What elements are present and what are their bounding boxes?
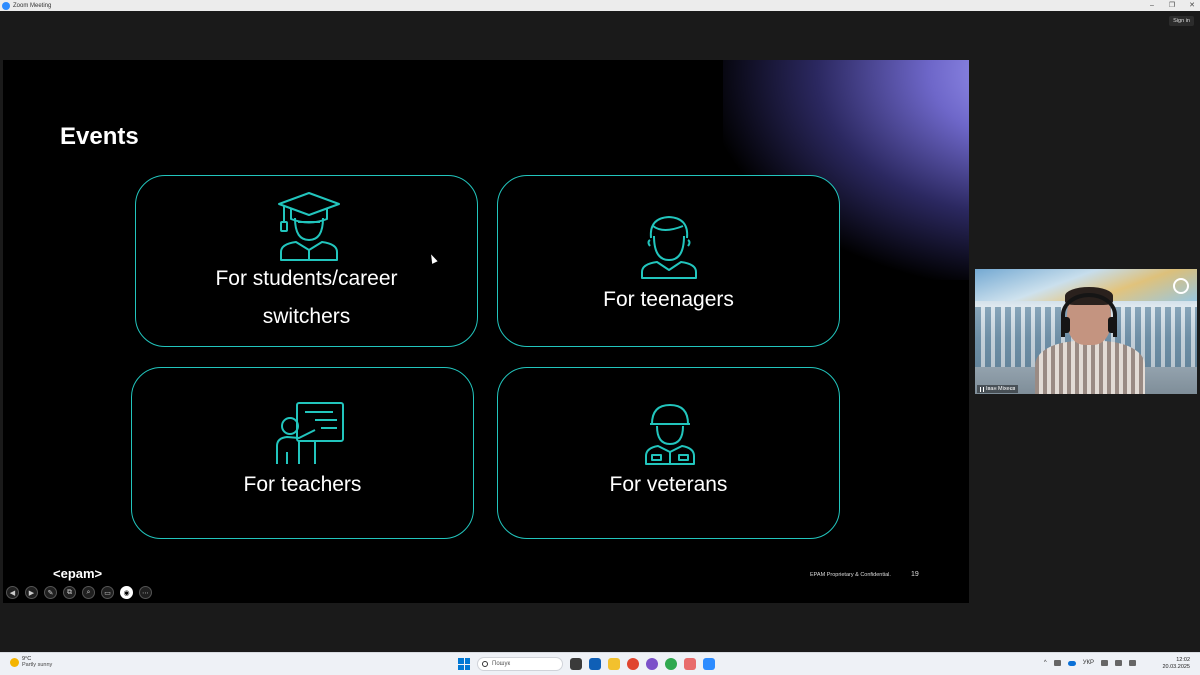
participant-body [1035,341,1145,394]
partly-sunny-icon [10,657,19,667]
windows-taskbar: 9°C Partly sunny Пошук ^ УКР 12:02 20.03… [0,652,1200,675]
language-indicator[interactable]: УКР [1083,660,1094,666]
zoom-top-bar: Sign in [0,11,1200,60]
chrome-icon[interactable] [627,658,639,670]
teacher-icon [276,402,344,464]
pen-tool-button[interactable]: ✎ [44,586,57,599]
subtitles-button[interactable]: ▭ [101,586,114,599]
close-button[interactable]: ✕ [1188,0,1196,11]
shared-screen-slide: Events For students/career switchers For… [3,60,969,603]
zoom-slide-button[interactable]: ⌕ [82,586,95,599]
participant-video-tile[interactable]: Іван Міхеєв [975,269,1197,394]
minimize-button[interactable]: – [1148,0,1156,11]
background-logo-icon [1173,278,1189,294]
windows-start-icon[interactable] [458,658,470,670]
zoom-app-icon [2,1,10,10]
participant-name: Іван Міхеєв [986,386,1016,392]
slide-page-number: 19 [911,571,919,578]
camera-button[interactable]: ◉ [120,586,133,599]
card-students: For students/career switchers [135,175,478,347]
onedrive-icon[interactable] [1067,660,1076,666]
taskbar-apps: Пошук [458,657,715,671]
tray-chevron-icon[interactable]: ^ [1044,660,1047,666]
file-explorer-icon[interactable] [608,658,620,670]
telegram-tray-icon[interactable] [1101,660,1108,666]
system-tray: ^ УКР [1044,660,1136,666]
chrome-profile-icon[interactable] [665,658,677,670]
slide-toolbar: ◀ ▶ ✎ ⧉ ⌕ ▭ ◉ ⋯ [6,586,152,599]
slide-title: Events [60,123,139,150]
previous-slide-button[interactable]: ◀ [6,586,19,599]
signal-icon [980,386,984,392]
search-icon [482,661,488,667]
card-veterans-label: For veterans [609,473,728,496]
card-teachers-label: For teachers [243,473,362,496]
card-teenagers: For teenagers [497,175,840,347]
weather-condition: Partly sunny [22,662,53,668]
card-teenagers-label: For teenagers [603,288,734,311]
clock-date: 20.03.2025 [1162,664,1190,670]
viber-icon[interactable] [646,658,658,670]
store-icon[interactable] [589,658,601,670]
search-placeholder: Пошук [492,661,511,667]
all-slides-button[interactable]: ⧉ [63,586,76,599]
zoom-taskbar-icon[interactable] [703,658,715,670]
teenager-icon [641,216,697,279]
clock-time: 12:02 [1176,657,1190,663]
volume-icon[interactable] [1129,660,1136,666]
window-title: Zoom Meeting [13,2,52,9]
slide-footer: EPAM Proprietary & Confidential. [810,572,891,578]
weather-widget[interactable]: 9°C Partly sunny [10,656,52,668]
window-titlebar: Zoom Meeting – ❐ ✕ [0,0,1200,11]
taskbar-search[interactable]: Пошук [477,657,563,671]
headset-left-ear [1061,317,1070,333]
epam-logo: <epam> [53,566,103,581]
participant-name-tag: Іван Міхеєв [977,385,1019,393]
more-options-button[interactable]: ⋯ [139,586,152,599]
system-clock[interactable]: 12:02 20.03.2025 [1162,657,1190,671]
wifi-icon[interactable] [1115,660,1122,666]
card-teachers: For teachers [131,367,474,539]
task-view-icon[interactable] [570,658,582,670]
sign-in-button[interactable]: Sign in [1169,16,1194,26]
maximize-button[interactable]: ❐ [1168,0,1176,11]
card-students-label-line2: switchers [262,305,351,328]
next-slide-button[interactable]: ▶ [25,586,38,599]
tray-app-icon[interactable] [1053,660,1061,666]
window-controls: – ❐ ✕ [1148,0,1196,11]
card-veterans: For veterans [497,367,840,539]
card-students-label-line1: For students/career [215,267,398,290]
veteran-icon [645,404,695,465]
graduate-icon [278,192,340,261]
headset-right-ear [1108,317,1117,333]
active-app-icon[interactable] [684,658,696,670]
